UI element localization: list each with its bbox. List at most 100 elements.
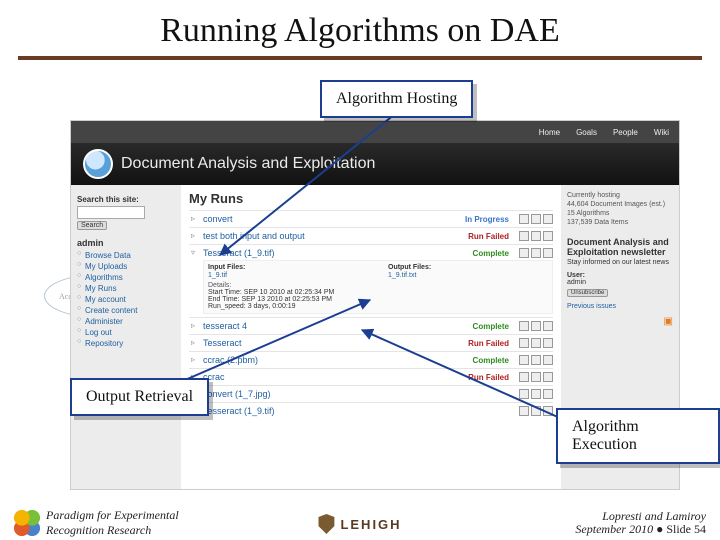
action-icon[interactable] [543, 214, 553, 224]
newsletter-heading: Document Analysis and Exploitation newsl… [567, 237, 673, 257]
run-name: convert (1_7.jpg) [203, 389, 271, 399]
action-icon[interactable] [543, 355, 553, 365]
action-icon[interactable] [519, 406, 529, 416]
sidebar-item-browse[interactable]: Browse Data [77, 250, 175, 261]
run-name: Tesseract (1_9.tif) [203, 406, 275, 416]
lehigh-logo: LEHIGH [318, 514, 401, 534]
run-name: Tesseract (1_9.tif) [203, 248, 275, 258]
shield-icon [318, 514, 334, 534]
nav-home[interactable]: Home [539, 128, 560, 137]
sidebar-item-repository[interactable]: Repository [77, 338, 175, 349]
action-icon[interactable] [531, 231, 541, 241]
action-icon[interactable] [519, 214, 529, 224]
details-label: Details: [208, 282, 548, 289]
run-status: Run Failed [468, 232, 509, 241]
action-icon[interactable] [531, 338, 541, 348]
run-status: Run Failed [468, 373, 509, 382]
action-icon[interactable] [543, 321, 553, 331]
main-panel: My Runs convert In Progress test both in… [181, 185, 561, 489]
output-file[interactable]: 1_9.tif.txt [388, 272, 416, 279]
action-icon[interactable] [543, 372, 553, 382]
run-row-5[interactable]: ccrac (2.pbm) Complete [189, 351, 553, 368]
action-icon[interactable] [543, 338, 553, 348]
run-row-8[interactable]: Tesseract (1_9.tif) [189, 402, 553, 419]
action-icon[interactable] [543, 389, 553, 399]
webapp-banner: Document Analysis and Exploitation [71, 143, 679, 185]
run-row-4[interactable]: Tesseract Run Failed [189, 334, 553, 351]
run-name: convert [203, 214, 233, 224]
action-icon[interactable] [519, 389, 529, 399]
title-rule [18, 56, 702, 60]
input-files-header: Input Files: [208, 264, 368, 271]
action-icon[interactable] [543, 406, 553, 416]
sidebar-item-algorithms[interactable]: Algorithms [77, 272, 175, 283]
run-row-7[interactable]: convert (1_7.jpg) [189, 385, 553, 402]
run-name: ccrac (2.pbm) [203, 355, 258, 365]
action-icon[interactable] [531, 355, 541, 365]
run-row-6[interactable]: ccrac Run Failed [189, 368, 553, 385]
run-status: Complete [473, 356, 509, 365]
action-icon[interactable] [531, 214, 541, 224]
search-button[interactable]: Search [77, 221, 107, 230]
action-icon[interactable] [531, 406, 541, 416]
search-label: Search this site: [77, 195, 175, 204]
footer-logo-icon [14, 510, 40, 536]
footer-left-line2: Recognition Research [46, 523, 151, 537]
sidebar-item-uploads[interactable]: My Uploads [77, 261, 175, 272]
sidebar-item-logout[interactable]: Log out [77, 327, 175, 338]
action-icon[interactable] [519, 338, 529, 348]
sidebar-list: Browse Data My Uploads Algorithms My Run… [77, 250, 175, 349]
dae-logo-icon [83, 149, 113, 179]
action-icon[interactable] [531, 389, 541, 399]
action-icon[interactable] [531, 321, 541, 331]
search-input[interactable] [77, 206, 145, 219]
footer-left-line1: Paradigm for Experimental [46, 508, 179, 522]
run-name: Tesseract [203, 338, 242, 348]
lehigh-text: LEHIGH [340, 517, 401, 532]
footer-date: September 2010 [575, 522, 653, 536]
user-block: User: admin [567, 272, 673, 286]
action-icon[interactable] [543, 231, 553, 241]
hosting-stats: Currently hosting 44,604 Document Images… [567, 191, 673, 227]
run-details: Input Files: 1_9.tif Output Files: 1_9.t… [203, 260, 553, 314]
sidebar-item-administer[interactable]: Administer [77, 316, 175, 327]
sidebar: Search this site: Search admin Browse Da… [71, 185, 181, 489]
action-icon[interactable] [543, 248, 553, 258]
run-name: tesseract 4 [203, 321, 247, 331]
run-row-0[interactable]: convert In Progress [189, 210, 553, 227]
input-file[interactable]: 1_9.tif [208, 272, 227, 279]
run-row-1[interactable]: test both input and output Run Failed [189, 227, 553, 244]
callout-algorithm-hosting: Algorithm Hosting [320, 80, 473, 118]
run-name: test both input and output [203, 231, 305, 241]
nav-goals[interactable]: Goals [576, 128, 597, 137]
run-duration: Run_speed: 3 days, 0:00:19 [208, 303, 548, 310]
sidebar-section-admin: admin [77, 238, 175, 248]
user-name: admin [567, 279, 673, 286]
action-icon[interactable] [519, 231, 529, 241]
run-row-2-expanded[interactable]: Tesseract (1_9.tif) Complete Input Files… [189, 244, 553, 317]
run-status: Complete [473, 249, 509, 258]
sidebar-item-account[interactable]: My account [77, 294, 175, 305]
action-icon[interactable] [531, 372, 541, 382]
action-icon[interactable] [519, 355, 529, 365]
prev-issues-link[interactable]: Previous issues [567, 303, 673, 310]
nav-wiki[interactable]: Wiki [654, 128, 669, 137]
webapp-topnav: Home Goals People Wiki [71, 121, 679, 143]
rss-icon[interactable]: ▣ [567, 316, 673, 327]
unsubscribe-button[interactable]: Unsubscribe [567, 289, 608, 297]
run-actions [519, 214, 553, 224]
callout-output-retrieval: Output Retrieval [70, 378, 209, 416]
stats-line: 44,604 Document Images (est.) [567, 200, 673, 209]
sidebar-item-create[interactable]: Create content [77, 305, 175, 316]
action-icon[interactable] [519, 321, 529, 331]
action-icon[interactable] [519, 248, 529, 258]
stats-line: 137,539 Data Items [567, 218, 673, 227]
sidebar-item-myruns[interactable]: My Runs [77, 283, 175, 294]
nav-people[interactable]: People [613, 128, 638, 137]
footer-slide-number: Slide 54 [666, 522, 706, 536]
action-icon[interactable] [519, 372, 529, 382]
action-icon[interactable] [531, 248, 541, 258]
slide: Running Algorithms on DAE Access to refe… [0, 0, 720, 540]
run-status: Complete [473, 322, 509, 331]
run-row-3[interactable]: tesseract 4 Complete [189, 317, 553, 334]
